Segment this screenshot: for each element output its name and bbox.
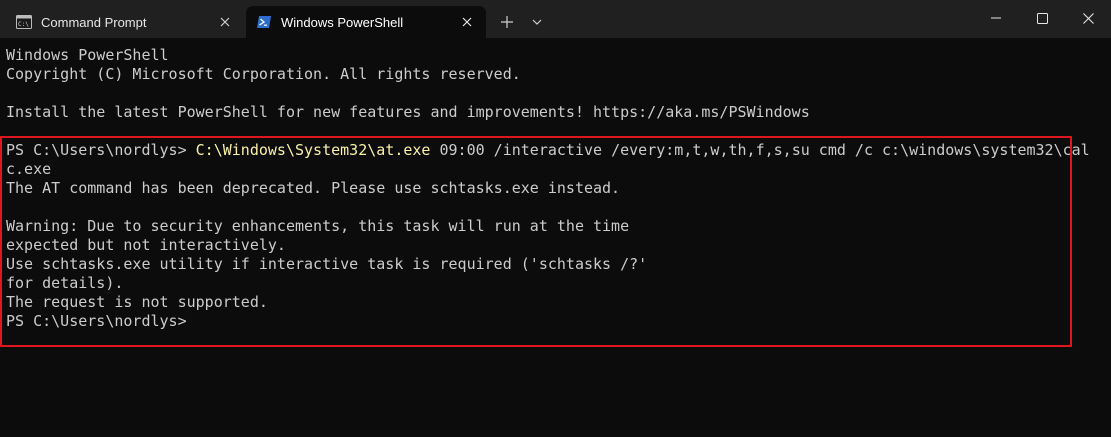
terminal-line: The request is not supported. (6, 293, 268, 311)
command-executable: C:\Windows\System32\at.exe (195, 141, 431, 159)
terminal-line: Warning: Due to security enhancements, t… (6, 217, 630, 235)
close-window-button[interactable] (1065, 0, 1111, 36)
minimize-icon (991, 17, 1001, 19)
minimize-button[interactable] (973, 0, 1019, 36)
cmd-icon: C:\ (16, 15, 32, 29)
prompt: PS C:\Users\nordlys> (6, 141, 196, 159)
terminal-line: for details). (6, 274, 124, 292)
terminal-output[interactable]: Windows PowerShell Copyright (C) Microso… (0, 38, 1111, 437)
current-prompt: PS C:\Users\nordlys> (6, 312, 187, 330)
terminal-line: Use schtasks.exe utility if interactive … (6, 255, 648, 273)
close-icon[interactable] (456, 11, 478, 33)
command-args: 09:00 /interactive /every:m,t,w,th,f,s,s… (430, 141, 1090, 159)
powershell-icon (256, 15, 272, 29)
terminal-line: Copyright (C) Microsoft Corporation. All… (6, 65, 521, 83)
tab-command-prompt[interactable]: C:\ Command Prompt (6, 6, 244, 38)
chevron-down-icon (532, 19, 542, 25)
maximize-icon (1036, 12, 1048, 24)
terminal-line: expected but not interactively. (6, 236, 286, 254)
terminal-line: The AT command has been deprecated. Plea… (6, 179, 621, 197)
tab-label: Windows PowerShell (281, 15, 404, 30)
svg-text:C:\: C:\ (18, 21, 29, 28)
tab-windows-powershell[interactable]: Windows PowerShell (246, 6, 486, 38)
new-tab-button[interactable] (494, 9, 520, 35)
terminal-line: Install the latest PowerShell for new fe… (6, 103, 810, 121)
title-bar: C:\ Command Prompt Windows PowerShell (0, 0, 1111, 38)
command-line: PS C:\Users\nordlys> C:\Windows\System32… (6, 141, 1111, 160)
maximize-button[interactable] (1019, 0, 1065, 36)
terminal-line: Windows PowerShell (6, 46, 169, 64)
command-line-wrap: c.exe (6, 160, 52, 178)
tab-label: Command Prompt (41, 15, 147, 30)
close-icon (1082, 12, 1094, 24)
tab-dropdown-button[interactable] (524, 9, 550, 35)
close-icon[interactable] (214, 11, 236, 33)
plus-icon (501, 16, 513, 28)
